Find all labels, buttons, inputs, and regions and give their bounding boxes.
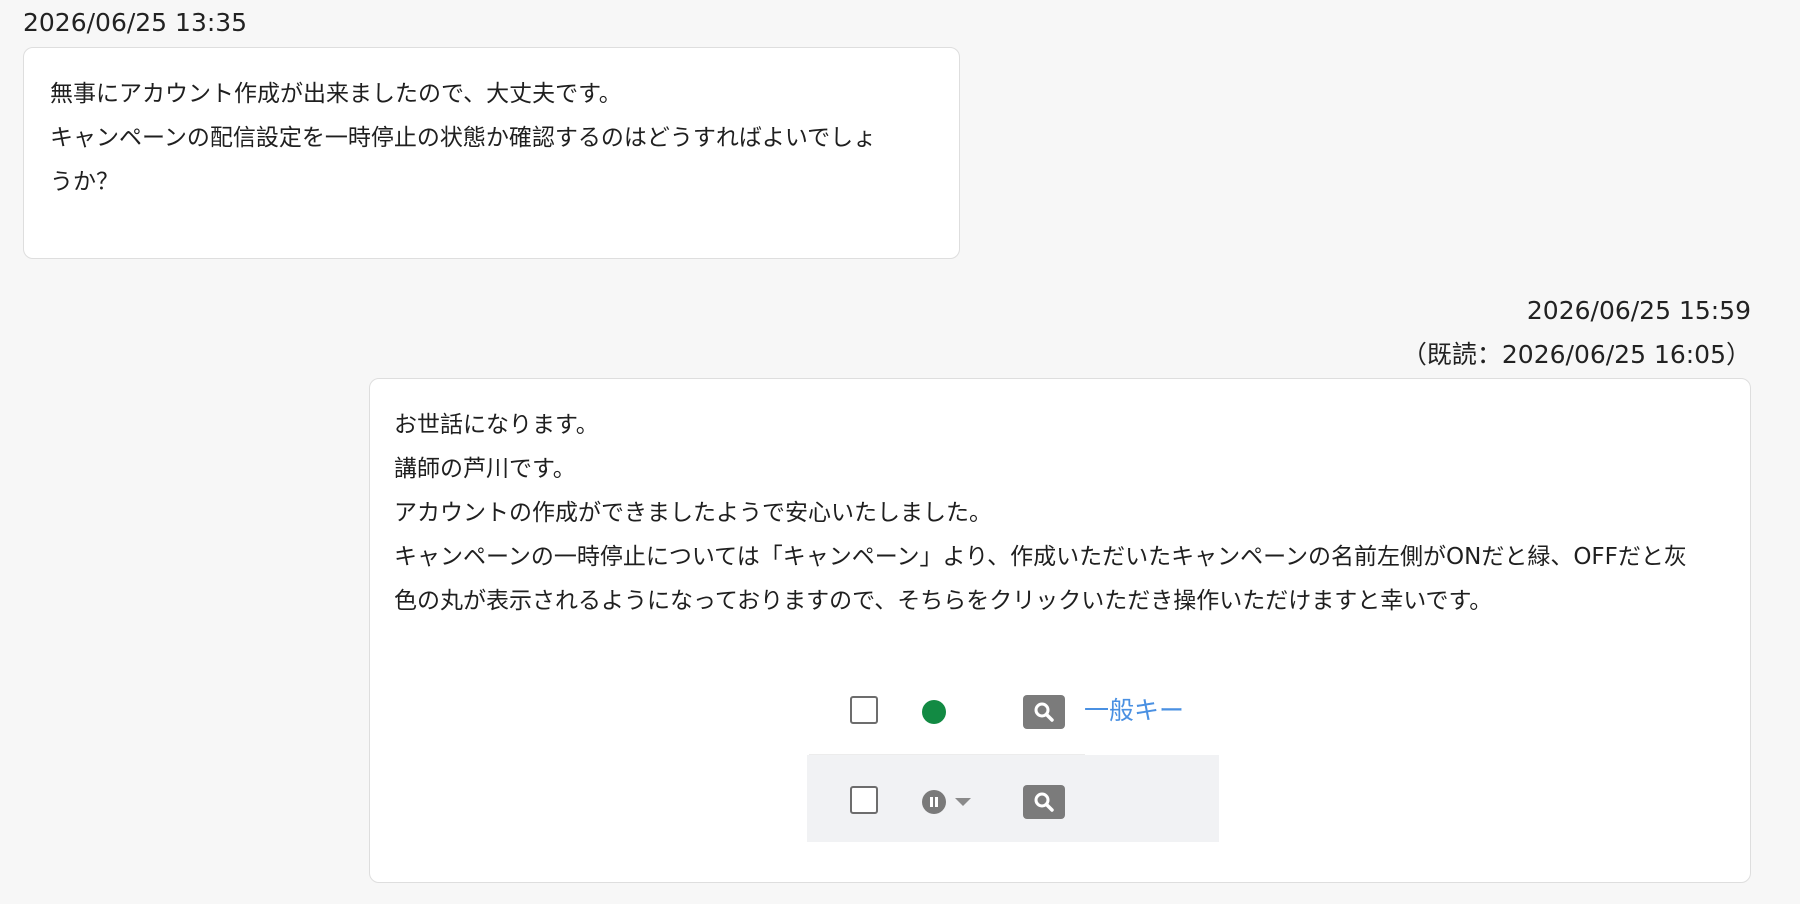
embedded-screenshot: 一般キー	[807, 666, 1219, 842]
message-text-line: 講師の芦川です。	[394, 456, 576, 482]
campaign-keyword-link: 一般キー	[1084, 696, 1185, 725]
message-timestamp: 2026/06/25 15:59	[1526, 296, 1751, 325]
search-icon	[1023, 695, 1065, 729]
status-on-icon	[922, 700, 946, 724]
message-text-line: アカウントの作成ができましたようで安心いたしました。	[394, 500, 992, 526]
message-text-line: 色の丸が表示されるようになっておりますので、そちらをクリックいただき操作いただけ…	[394, 588, 1493, 614]
read-status: （既読：2026/06/25 16:05）	[1401, 340, 1751, 369]
status-paused-icon	[922, 790, 946, 814]
checkbox-icon	[850, 786, 878, 814]
chevron-down-icon	[955, 798, 971, 806]
message-text-line: お世話になります。	[394, 412, 599, 438]
message-text-line: キャンペーンの配信設定を一時停止の状態か確認するのはどうすればよいでしょ	[50, 125, 877, 151]
search-icon	[1023, 785, 1065, 819]
message-text-line: うか？	[50, 169, 119, 195]
message-text-line: キャンペーンの一時停止については「キャンペーン」より、作成いただいたキャンペーン…	[394, 544, 1687, 570]
message-bubble-incoming: 無事にアカウント作成が出来ましたので、大丈夫です。 キャンペーンの配信設定を一時…	[23, 47, 960, 259]
message-text-line: 無事にアカウント作成が出来ましたので、大丈夫です。	[50, 81, 622, 107]
checkbox-icon	[850, 696, 878, 724]
message-timestamp: 2026/06/25 13:35	[23, 8, 248, 37]
